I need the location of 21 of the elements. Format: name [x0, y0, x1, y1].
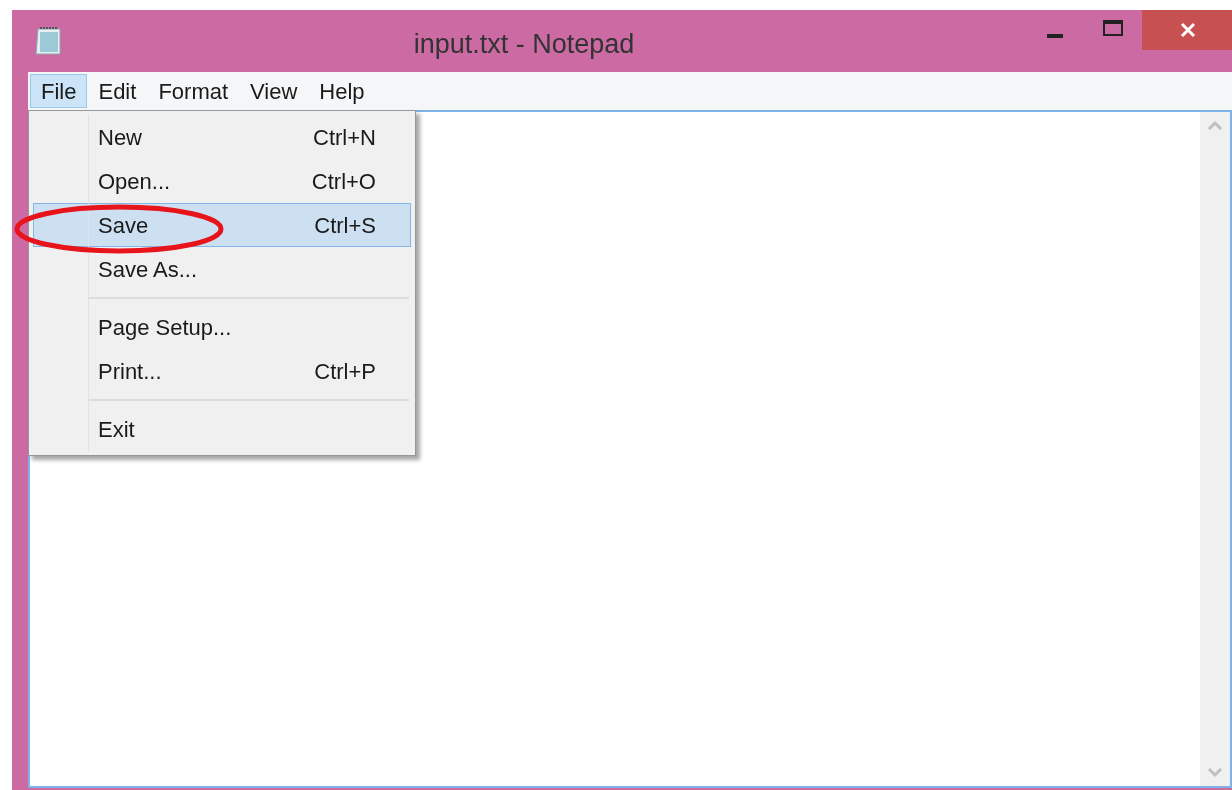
- menu-item[interactable]: Print... Ctrl+P: [33, 349, 411, 393]
- notepad-icon: [32, 26, 64, 56]
- close-button[interactable]: [1142, 10, 1232, 50]
- menu-item[interactable]: Save As...: [33, 247, 411, 291]
- close-icon: [1180, 22, 1196, 38]
- menu-bar-item[interactable]: Help: [308, 74, 376, 108]
- menu-item[interactable]: New Ctrl+N: [33, 115, 411, 159]
- menu-bar-item[interactable]: Format: [147, 74, 240, 108]
- menu-item[interactable]: Page Setup...: [33, 305, 411, 349]
- scroll-up-icon: [1207, 120, 1223, 130]
- minimize-icon: [1047, 34, 1063, 38]
- menu-bar-item[interactable]: File: [30, 74, 88, 108]
- scrollbar[interactable]: [1200, 112, 1230, 786]
- menu-bar-item[interactable]: View: [239, 74, 309, 108]
- menu-item[interactable]: Exit: [33, 407, 411, 451]
- scroll-down-icon: [1207, 768, 1223, 778]
- menu-item[interactable]: Save Ctrl+S: [33, 203, 411, 247]
- menu-bar-item[interactable]: Edit: [87, 74, 148, 108]
- menu-item[interactable]: Open... Ctrl+O: [33, 159, 411, 203]
- window-title: input.txt - Notepad: [413, 28, 635, 61]
- maximize-icon: [1103, 20, 1123, 36]
